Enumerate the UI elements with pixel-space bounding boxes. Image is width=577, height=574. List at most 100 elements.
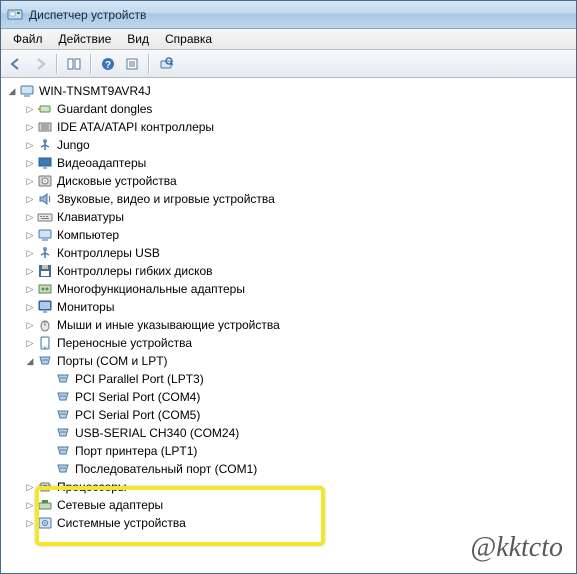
- device-manager-window: Диспетчер устройств Файл Действие Вид Сп…: [0, 0, 577, 574]
- properties-button[interactable]: [121, 53, 143, 75]
- help-button[interactable]: ?: [97, 53, 119, 75]
- expand-icon[interactable]: ▷: [23, 174, 37, 188]
- sound-icon: [37, 191, 53, 207]
- expand-icon[interactable]: ▷: [23, 102, 37, 116]
- tree-category[interactable]: ▷ Контроллеры USB: [3, 244, 576, 262]
- mouse-icon: [37, 317, 53, 333]
- tree-category[interactable]: ▷ Процессоры: [3, 478, 576, 496]
- expand-icon[interactable]: ▷: [23, 264, 37, 278]
- port-icon: [55, 371, 71, 387]
- tree-category[interactable]: ▷ Дисковые устройства: [3, 172, 576, 190]
- keyboard-icon: [37, 209, 53, 225]
- expand-icon[interactable]: ▷: [23, 516, 37, 530]
- toolbar: ?: [1, 50, 576, 78]
- tree-category[interactable]: ▷ Мыши и иные указывающие устройства: [3, 316, 576, 334]
- collapse-icon[interactable]: ◢: [23, 354, 37, 368]
- disk-icon: [37, 173, 53, 189]
- expand-icon[interactable]: ▷: [23, 300, 37, 314]
- port-icon: [55, 461, 71, 477]
- port-icon: [55, 425, 71, 441]
- item-label: Системные устройства: [57, 516, 186, 530]
- menu-file[interactable]: Файл: [5, 30, 51, 48]
- item-label: Звуковые, видео и игровые устройства: [57, 192, 275, 206]
- item-label: Дисковые устройства: [57, 174, 177, 188]
- item-label: Контроллеры USB: [57, 246, 160, 260]
- svg-text:?: ?: [105, 60, 111, 71]
- menu-view[interactable]: Вид: [119, 30, 157, 48]
- expand-icon[interactable]: ▷: [23, 336, 37, 350]
- item-label: Процессоры: [57, 480, 127, 494]
- item-label: PCI Serial Port (COM4): [75, 390, 200, 404]
- cpu-icon: [37, 479, 53, 495]
- category-label: Порты (COM и LPT): [57, 354, 168, 368]
- tree-category[interactable]: ▷ Многофункциональные адаптеры: [3, 280, 576, 298]
- item-label: Сетевые адаптеры: [57, 498, 163, 512]
- tree-category[interactable]: ▷ Guardant dongles: [3, 100, 576, 118]
- device-tree[interactable]: ◢ WIN-TNSMT9AVR4J ▷ Guardant dongles ▷ IDE …: [1, 78, 576, 573]
- item-label: Видеоадаптеры: [57, 156, 146, 170]
- item-label: IDE ATA/ATAPI контроллеры: [57, 120, 214, 134]
- tree-category[interactable]: ▷ Jungo: [3, 136, 576, 154]
- tree-category[interactable]: ▷ Переносные устройства: [3, 334, 576, 352]
- tree-category-ports[interactable]: ◢ Порты (COM и LPT): [3, 352, 576, 370]
- expand-icon[interactable]: ▷: [23, 228, 37, 242]
- port-icon: [55, 443, 71, 459]
- item-label: PCI Parallel Port (LPT3): [75, 372, 204, 386]
- window-title: Диспетчер устройств: [29, 8, 146, 22]
- expand-icon[interactable]: ▷: [23, 210, 37, 224]
- floppy-icon: [37, 263, 53, 279]
- back-button[interactable]: [5, 53, 27, 75]
- item-label: Мониторы: [57, 300, 114, 314]
- menu-help[interactable]: Справка: [157, 30, 220, 48]
- ide-icon: [37, 119, 53, 135]
- tree-category[interactable]: ▷ Мониторы: [3, 298, 576, 316]
- item-label: Guardant dongles: [57, 102, 152, 116]
- tree-category[interactable]: ▷ IDE ATA/ATAPI контроллеры: [3, 118, 576, 136]
- expand-icon[interactable]: ▷: [23, 192, 37, 206]
- root-label: WIN-TNSMT9AVR4J: [39, 84, 151, 98]
- tree-category[interactable]: ▷ Звуковые, видео и игровые устройства: [3, 190, 576, 208]
- tree-item-port[interactable]: ·Последовательный порт (COM1): [3, 460, 576, 478]
- expand-icon[interactable]: ▷: [23, 282, 37, 296]
- expand-icon[interactable]: ◢: [5, 84, 19, 98]
- tree-category[interactable]: ▷ Системные устройства: [3, 514, 576, 532]
- menu-action[interactable]: Действие: [51, 30, 120, 48]
- titlebar[interactable]: Диспетчер устройств: [1, 1, 576, 29]
- tree-category[interactable]: ▷ Сетевые адаптеры: [3, 496, 576, 514]
- item-label: Контроллеры гибких дисков: [57, 264, 213, 278]
- port-icon: [55, 407, 71, 423]
- expand-icon[interactable]: ▷: [23, 120, 37, 134]
- tree-category[interactable]: ▷Компьютер: [3, 226, 576, 244]
- item-label: Jungo: [57, 138, 90, 152]
- expand-icon[interactable]: ▷: [23, 156, 37, 170]
- computer-icon: [37, 227, 53, 243]
- net-icon: [37, 497, 53, 513]
- item-label: Порт принтера (LPT1): [75, 444, 197, 458]
- tree-category[interactable]: ▷ Контроллеры гибких дисков: [3, 262, 576, 280]
- item-label: Мыши и иные указывающие устройства: [57, 318, 280, 332]
- expand-icon[interactable]: ▷: [23, 318, 37, 332]
- item-label: PCI Serial Port (COM5): [75, 408, 200, 422]
- scan-hardware-button[interactable]: [155, 53, 177, 75]
- dongle-icon: [37, 101, 53, 117]
- expand-icon[interactable]: ▷: [23, 480, 37, 494]
- tree-item-port[interactable]: ·PCI Serial Port (COM4): [3, 388, 576, 406]
- tree-item-port[interactable]: ·Порт принтера (LPT1): [3, 442, 576, 460]
- tree-category[interactable]: ▷Клавиатуры: [3, 208, 576, 226]
- item-label: Переносные устройства: [57, 336, 192, 350]
- menubar: Файл Действие Вид Справка: [1, 29, 576, 50]
- tree-item-port[interactable]: ·USB-SERIAL CH340 (COM24): [3, 424, 576, 442]
- expand-icon[interactable]: ▷: [23, 246, 37, 260]
- tree-item-port[interactable]: ·PCI Serial Port (COM5): [3, 406, 576, 424]
- expand-icon[interactable]: ▷: [23, 498, 37, 512]
- computer-icon: [19, 83, 35, 99]
- tree-category[interactable]: ▷ Видеоадаптеры: [3, 154, 576, 172]
- item-label: Многофункциональные адаптеры: [57, 282, 245, 296]
- forward-button[interactable]: [29, 53, 51, 75]
- tree-item-port[interactable]: ·PCI Parallel Port (LPT3): [3, 370, 576, 388]
- multi-icon: [37, 281, 53, 297]
- show-hide-console-button[interactable]: [63, 53, 85, 75]
- tree-root[interactable]: ◢ WIN-TNSMT9AVR4J: [3, 82, 576, 100]
- toolbar-separator: [90, 54, 92, 74]
- expand-icon[interactable]: ▷: [23, 138, 37, 152]
